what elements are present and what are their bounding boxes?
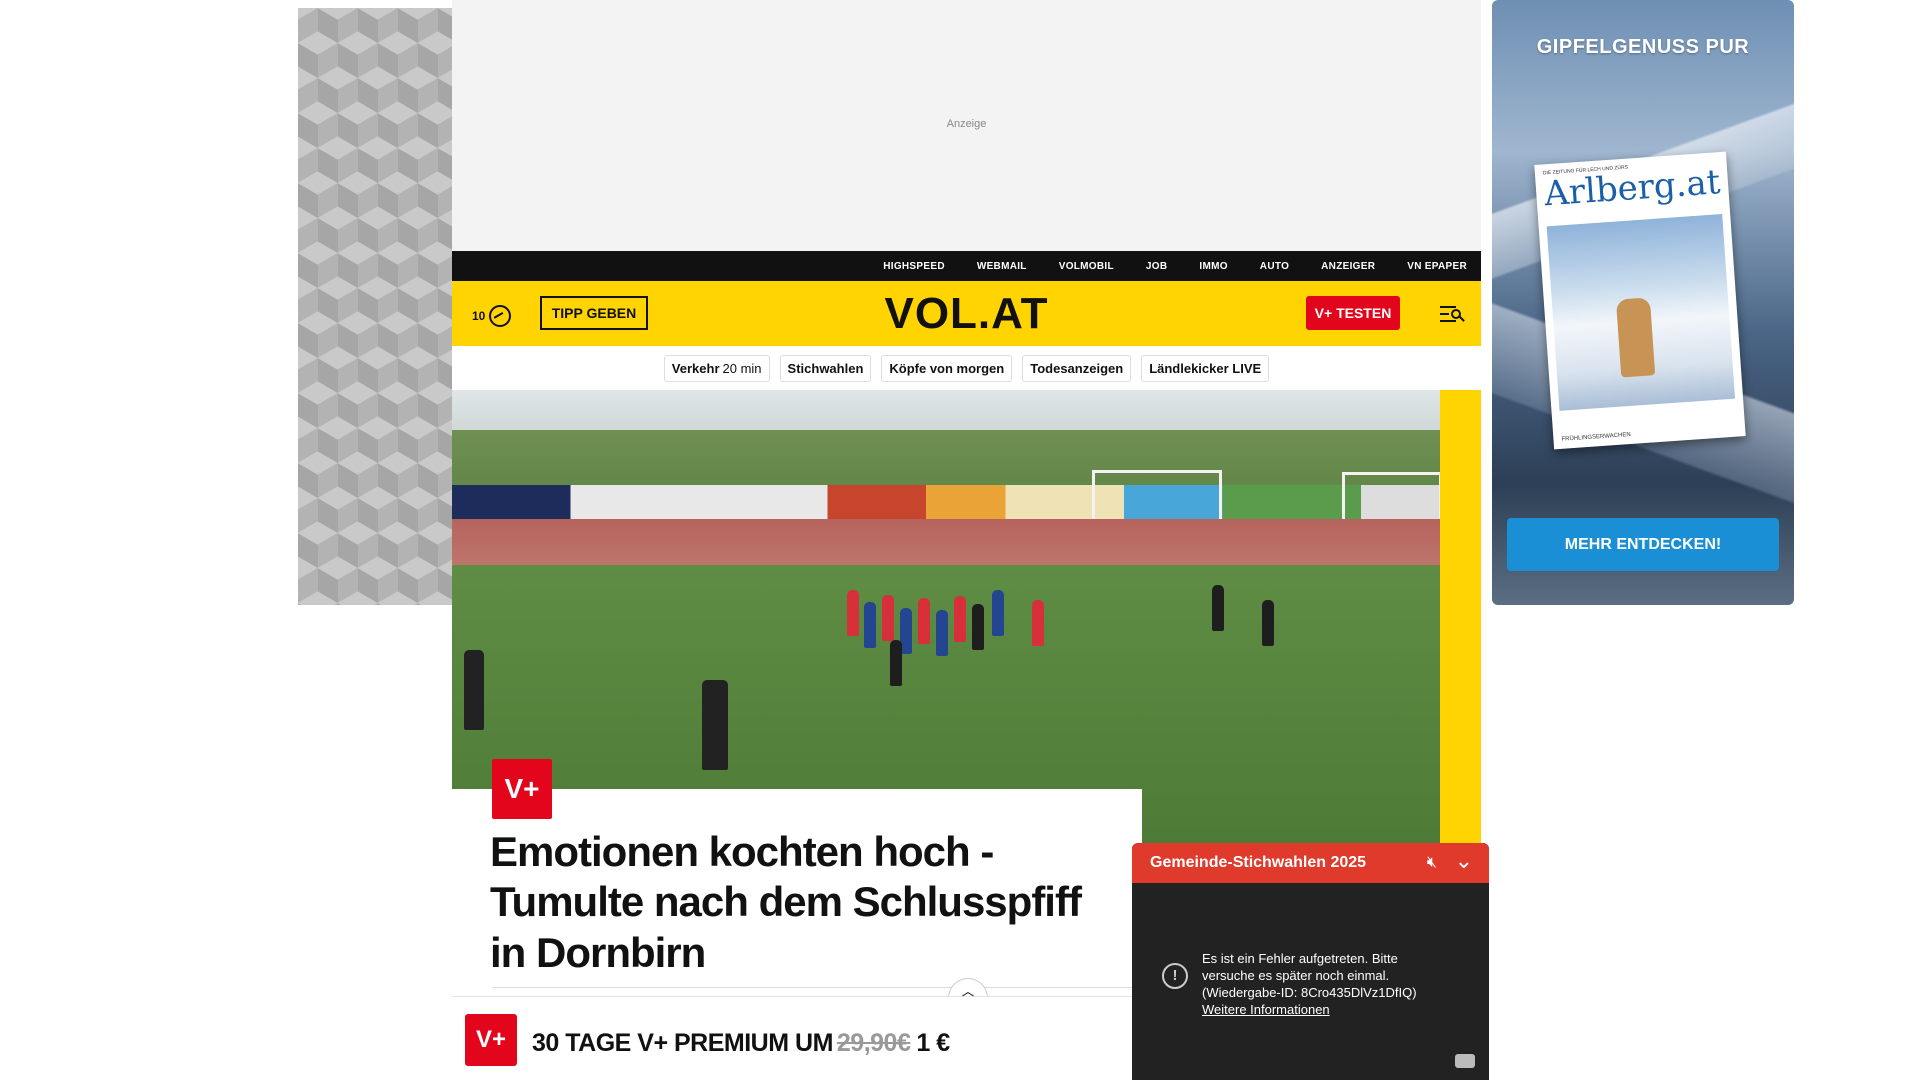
- site-header: 10 TIPP GEBEN VOL.AT V+ TESTEN: [452, 281, 1481, 346]
- quick-links-nav: Verkehr 20 min Stichwahlen Köpfe von morg…: [452, 346, 1481, 390]
- chevron-down-icon[interactable]: ⌄: [1455, 848, 1473, 874]
- pill-stichwahlen[interactable]: Stichwahlen: [779, 354, 872, 382]
- pill-todesanzeigen[interactable]: Todesanzeigen: [1022, 354, 1132, 382]
- topnav-volmobil[interactable]: VOLMOBIL: [1059, 261, 1114, 272]
- pill-laendlekicker-live[interactable]: Ländlekicker LIVE: [1141, 354, 1270, 382]
- headline-divider: [492, 987, 1132, 988]
- menu-search-icon[interactable]: [1440, 303, 1466, 325]
- topnav-vn-epaper[interactable]: VN EPAPER: [1407, 261, 1467, 272]
- topnav-auto[interactable]: AUTO: [1260, 261, 1289, 272]
- promo-vplus-badge: V+: [465, 1014, 517, 1066]
- promo-text: 30 TAGE V+ PREMIUM UM 29,90€ 1 €: [532, 1029, 950, 1058]
- topnav-job[interactable]: JOB: [1146, 261, 1167, 272]
- skier-figure: [1615, 297, 1656, 378]
- traffic-pill[interactable]: Verkehr 20 min: [663, 354, 770, 382]
- promo-old-price: 29,90€: [836, 1029, 911, 1057]
- right-ad[interactable]: GIPFELGENUSS PUR DIE ZEITUNG FÜR LECH UN…: [1492, 0, 1794, 605]
- video-error-text: Es ist ein Fehler aufgetreten. Bitte ver…: [1202, 951, 1417, 1000]
- error-icon: !: [1162, 963, 1188, 989]
- video-more-info-link[interactable]: Weitere Informationen: [1202, 1002, 1450, 1019]
- video-error: ! Es ist ein Fehler aufgetreten. Bitte v…: [1162, 951, 1450, 1019]
- vplus-testen-button[interactable]: V+ TESTEN: [1306, 296, 1400, 330]
- top-ad-slot: Anzeige: [452, 0, 1481, 251]
- traffic-label: Verkehr: [671, 360, 720, 376]
- topnav-anzeiger[interactable]: ANZEIGER: [1321, 261, 1375, 272]
- pill-koepfe-von-morgen[interactable]: Köpfe von morgen: [881, 354, 1013, 382]
- hero-yellow-strip: [1440, 390, 1481, 850]
- mehr-entdecken-button[interactable]: MEHR ENTDECKEN!: [1507, 518, 1779, 571]
- youtube-icon[interactable]: [1455, 1054, 1475, 1068]
- mute-icon[interactable]: 🔇︎: [1427, 854, 1437, 872]
- promo-main-text: 30 TAGE V+ PREMIUM UM: [532, 1029, 833, 1057]
- vplus-badge: V+: [492, 759, 552, 819]
- ad-label: Anzeige: [946, 118, 987, 130]
- stadium-ad-boards: [452, 485, 1440, 519]
- article-headline[interactable]: Emotionen kochten hoch - Tumulte nach de…: [490, 827, 1110, 978]
- video-player-widget[interactable]: Gemeinde-Stichwahlen 2025 🔇︎ ⌄ ! Es ist …: [1132, 843, 1489, 1080]
- article-headline-card: V+ Emotionen kochten hoch - Tumulte nach…: [452, 759, 1142, 994]
- topnav-webmail[interactable]: WEBMAIL: [977, 261, 1027, 272]
- promo-new-price: 1 €: [916, 1029, 950, 1057]
- article-hero-image[interactable]: [452, 390, 1440, 850]
- left-skin-pattern: [298, 8, 452, 605]
- traffic-time: 20 min: [722, 360, 762, 376]
- top-service-nav: HIGHSPEED WEBMAIL VOLMOBIL JOB IMMO AUTO…: [452, 251, 1481, 281]
- topnav-immo[interactable]: IMMO: [1199, 261, 1227, 272]
- ad-title: GIPFELGENUSS PUR: [1536, 36, 1750, 58]
- magazine-cover: DIE ZEITUNG FÜR LECH UND ZÜRS Arlberg.at…: [1534, 151, 1746, 450]
- topnav-highspeed[interactable]: HIGHSPEED: [883, 261, 945, 272]
